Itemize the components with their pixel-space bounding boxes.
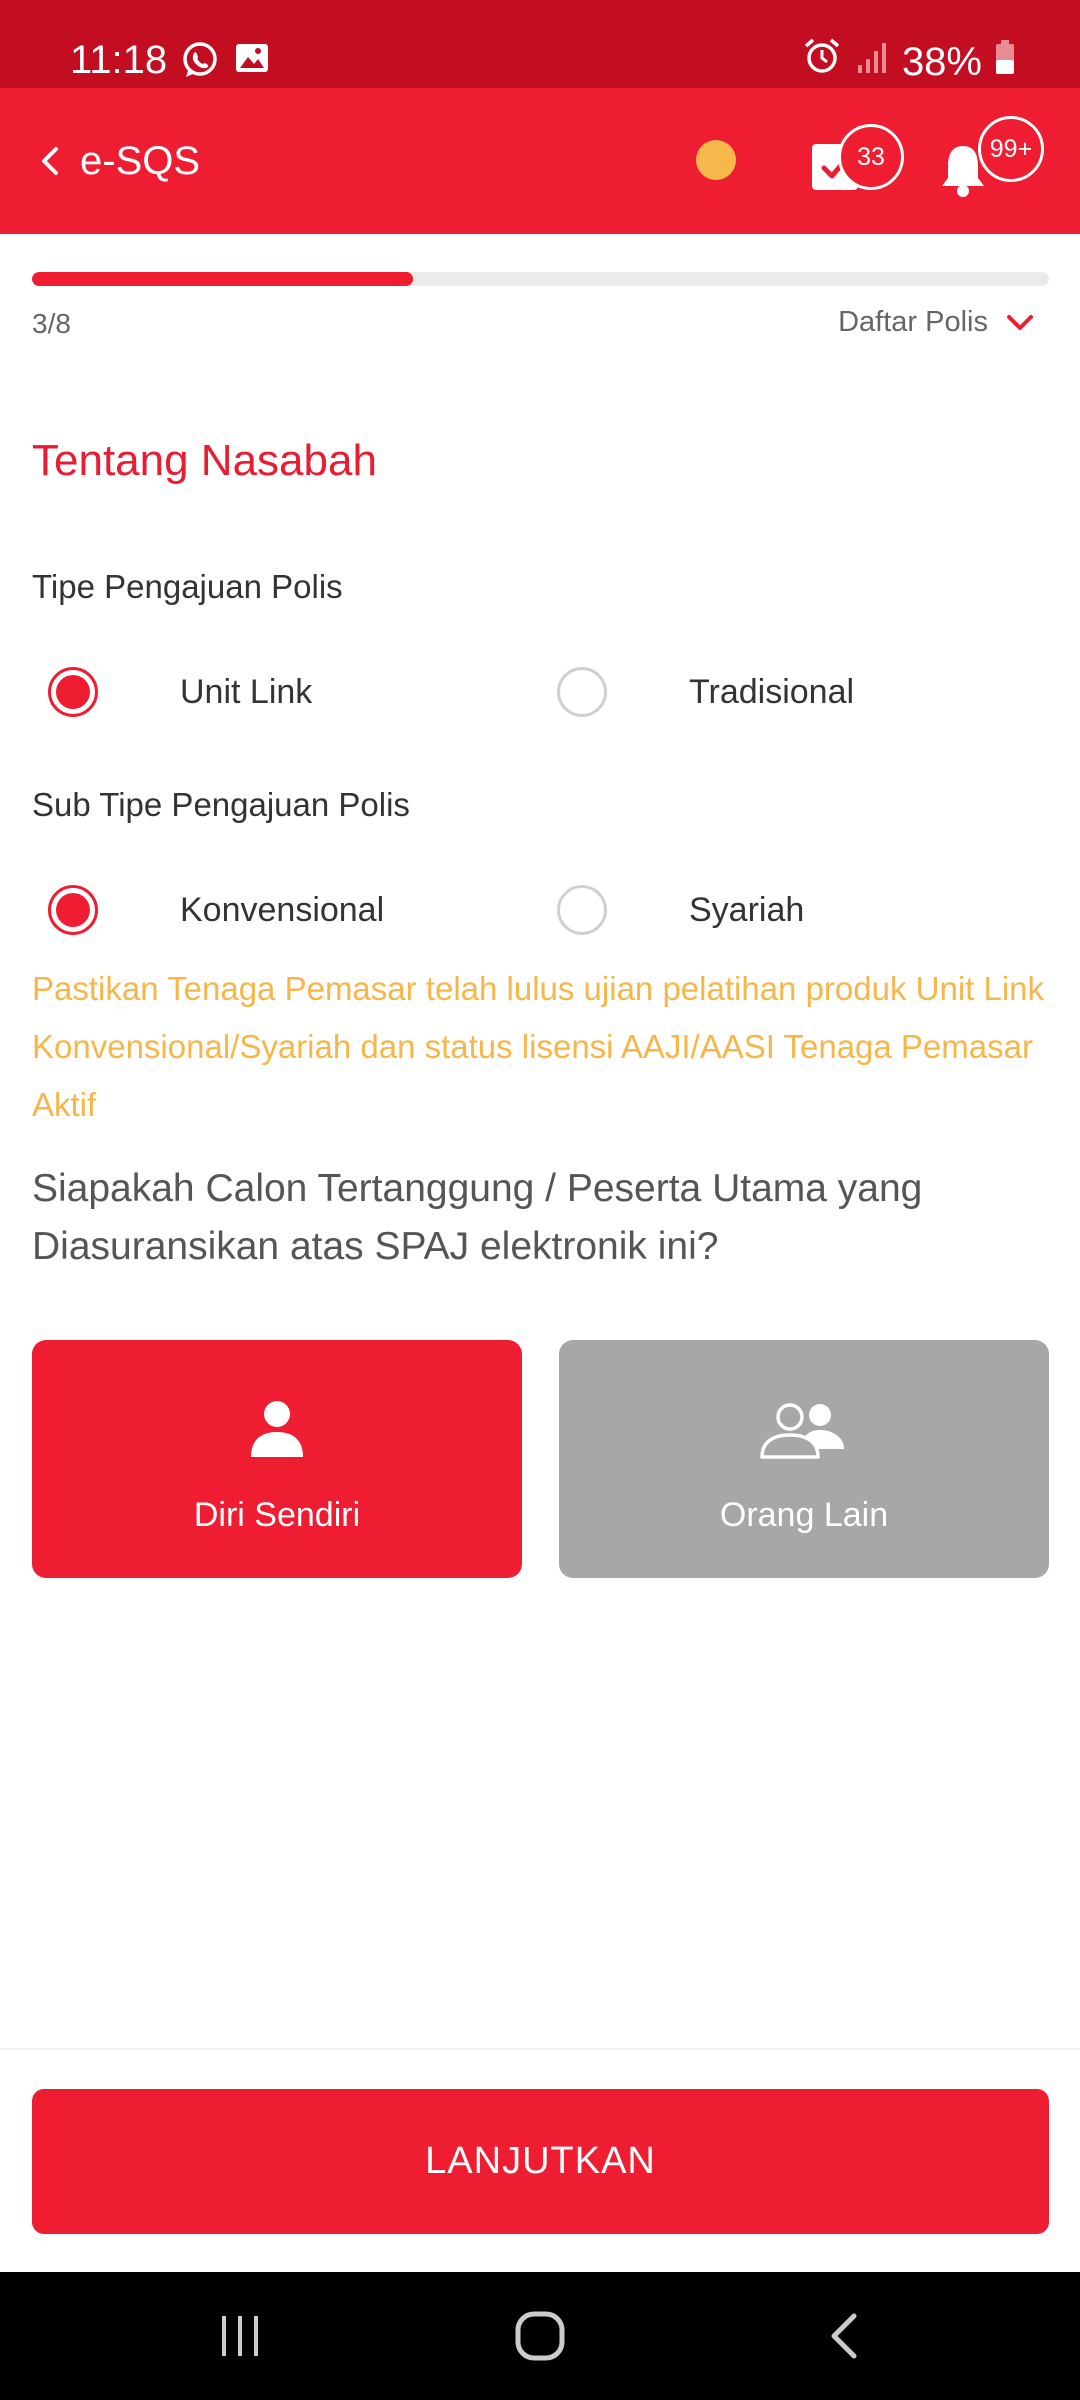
battery-icon — [994, 38, 1016, 86]
radio-label: Tradisional — [689, 672, 855, 711]
people-icon — [756, 1394, 852, 1464]
progress-fill — [32, 272, 414, 286]
continue-button[interactable]: LANJUTKAN — [32, 2089, 1049, 2234]
radio-label: Konvensional — [180, 890, 385, 929]
back-nav-button[interactable] — [784, 2296, 904, 2376]
radio-syariah[interactable]: Syariah — [557, 870, 804, 950]
radio-unit-link[interactable]: Unit Link — [48, 652, 312, 732]
recent-apps-button[interactable] — [180, 2296, 300, 2376]
license-notice: Pastikan Tenaga Pemasar telah lulus ujia… — [32, 970, 1045, 1123]
policy-type-label: Tipe Pengajuan Polis — [32, 568, 343, 605]
radio-button[interactable] — [48, 885, 98, 935]
whatsapp-icon — [180, 40, 220, 85]
policy-subtype-radio-group: Konvensional Syariah — [0, 870, 1080, 950]
app-bar: e-SQS 33 99+ — [0, 88, 1080, 234]
battery-percent: 38% — [901, 39, 982, 84]
radio-konvensional[interactable]: Konvensional — [48, 870, 384, 950]
back-nav-icon — [831, 2313, 857, 2359]
choice-self-button[interactable]: Diri Sendiri — [32, 1340, 522, 1578]
status-time: 11:18 — [70, 38, 168, 82]
footer-divider — [0, 2048, 1080, 2050]
status-indicator-dot — [696, 140, 736, 180]
home-icon — [515, 2311, 565, 2361]
system-nav-bar — [0, 2272, 1080, 2400]
status-icons-left — [180, 40, 270, 85]
tasks-button[interactable]: 33 — [800, 124, 910, 208]
radio-label: Unit Link — [180, 672, 313, 711]
chevron-down-icon — [1007, 314, 1033, 330]
policy-list-dropdown[interactable]: Daftar Polis — [838, 306, 1034, 339]
policy-type-radio-group: Unit Link Tradisional — [0, 652, 1080, 732]
choice-other-label: Orang Lain — [719, 1496, 889, 1534]
progress-bar — [32, 272, 1049, 286]
app-title: e-SQS — [80, 139, 201, 183]
radio-label: Syariah — [689, 890, 805, 929]
radio-button[interactable] — [557, 885, 607, 935]
step-counter: 3/8 — [32, 308, 71, 339]
person-icon — [245, 1394, 309, 1464]
choice-other-button[interactable]: Orang Lain — [559, 1340, 1049, 1578]
back-button[interactable] — [20, 131, 80, 191]
alarm-icon — [802, 36, 842, 87]
tasks-count-badge: 33 — [838, 124, 904, 190]
policy-subtype-label: Sub Tipe Pengajuan Polis — [32, 786, 410, 823]
chevron-left-icon — [42, 147, 58, 175]
signal-icon — [854, 38, 890, 86]
status-bar: 11:18 38% — [0, 0, 1080, 88]
radio-tradisional[interactable]: Tradisional — [557, 652, 854, 732]
radio-button[interactable] — [48, 667, 98, 717]
status-right: 38% — [802, 36, 1016, 87]
section-title: Tentang Nasabah — [32, 436, 377, 485]
policy-list-label: Daftar Polis — [838, 306, 988, 338]
insured-question: Siapakah Calon Tertanggung / Peserta Uta… — [32, 1167, 923, 1268]
home-button[interactable] — [480, 2296, 600, 2376]
choice-self-label: Diri Sendiri — [193, 1496, 361, 1534]
notifications-button[interactable]: 99+ — [940, 116, 1050, 204]
notifications-count-badge: 99+ — [978, 116, 1044, 182]
radio-button[interactable] — [557, 667, 607, 717]
recent-apps-icon — [222, 2316, 258, 2356]
gallery-icon — [234, 40, 270, 85]
